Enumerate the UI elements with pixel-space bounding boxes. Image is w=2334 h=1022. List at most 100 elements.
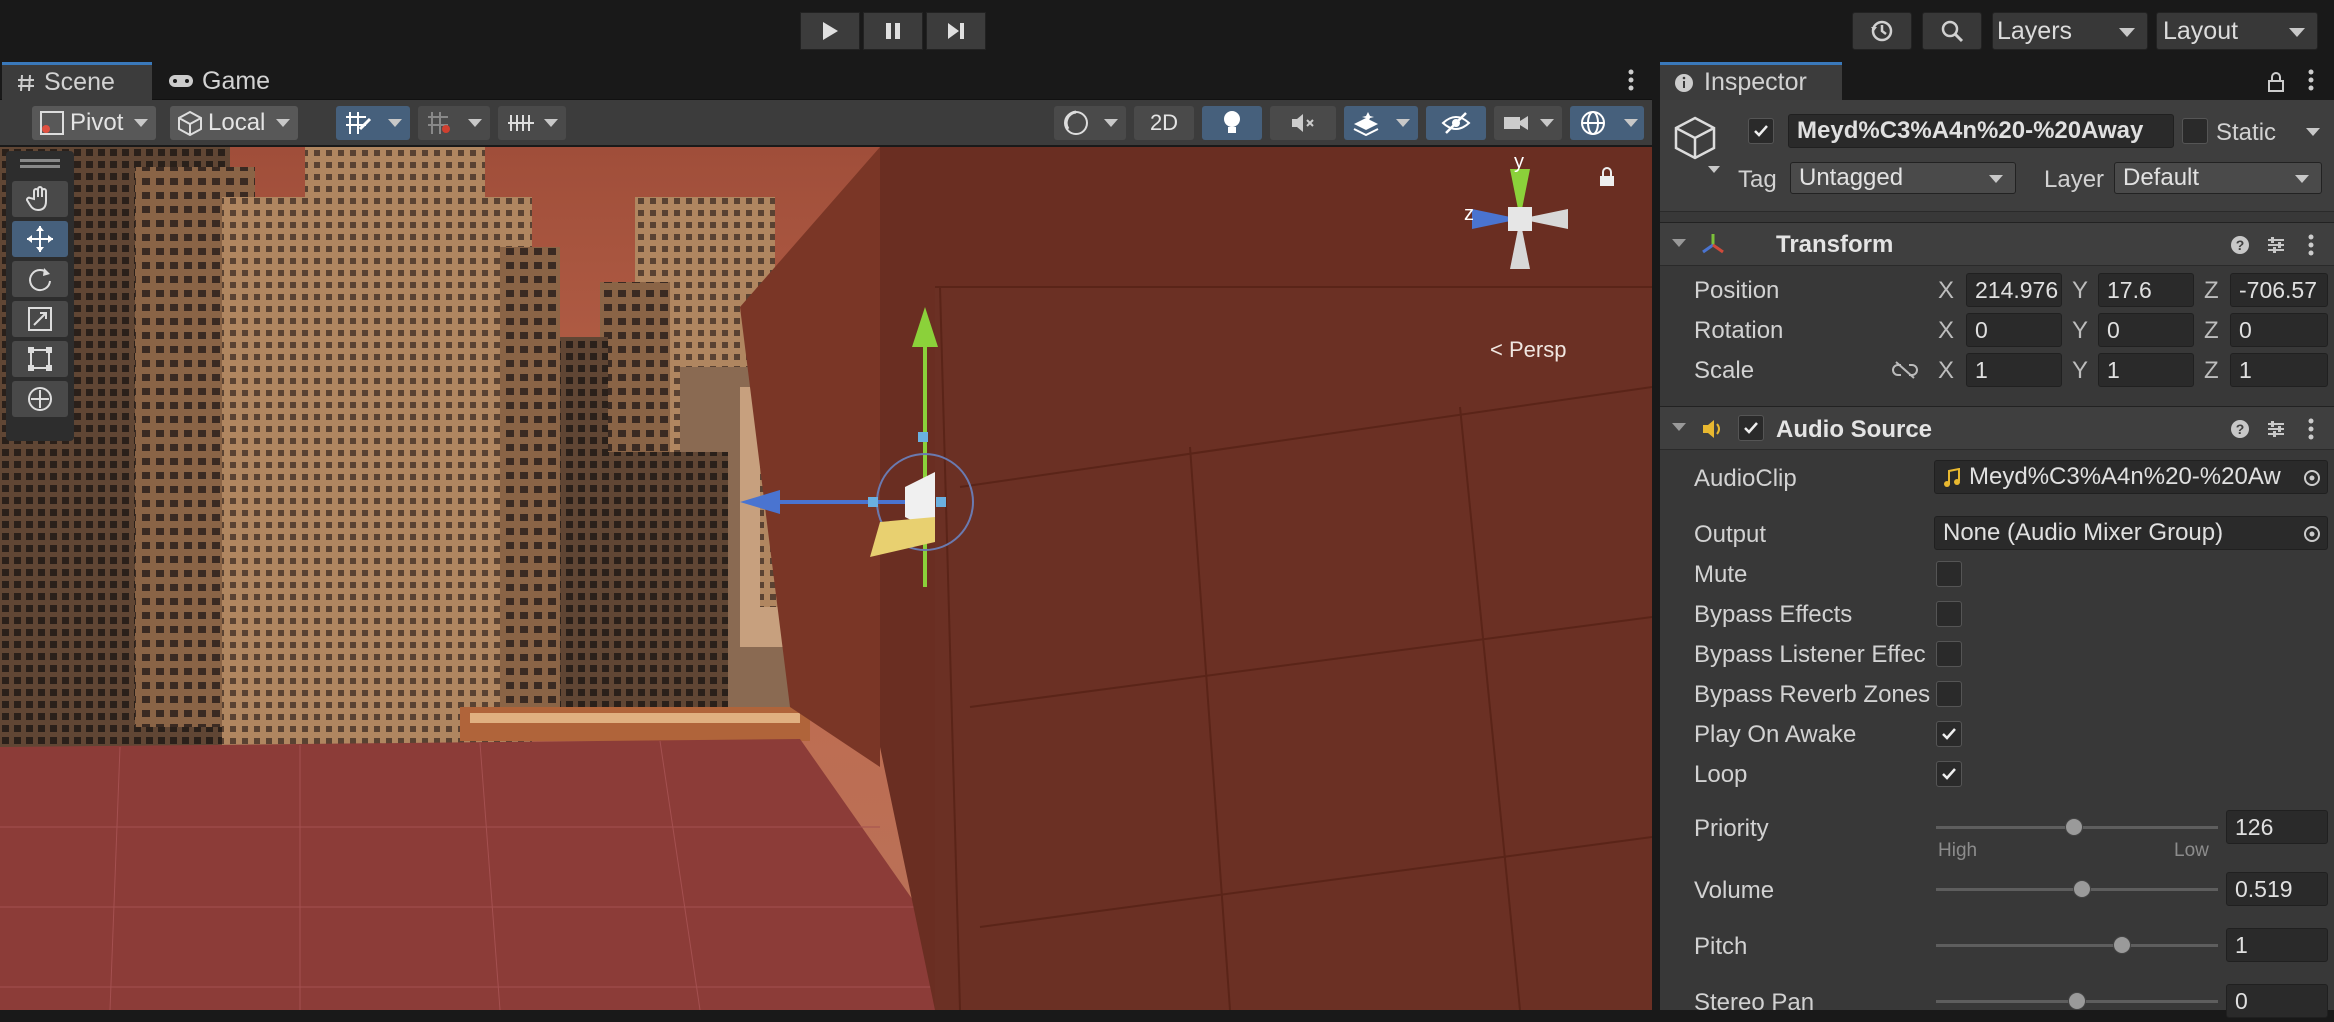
projection-toggle[interactable]: < Persp [1490, 337, 1566, 363]
volume-slider-knob[interactable] [2073, 880, 2092, 898]
hidden-objects-toggle[interactable] [1426, 106, 1486, 140]
priority-slider-knob[interactable] [2065, 818, 2084, 836]
icon-picker-chevron-icon[interactable] [1708, 166, 1720, 173]
transform-tool[interactable] [12, 381, 68, 417]
grid-snap-toggle[interactable] [336, 106, 410, 140]
scale-x-input[interactable]: 1 [1966, 353, 2062, 387]
stereo-pan-row: Stereo Pan 0 [1660, 982, 2334, 1022]
persp-chevron-icon: < [1490, 337, 1509, 362]
position-y-input[interactable]: 17.6 [2098, 273, 2194, 307]
output-label: Output [1694, 521, 1767, 548]
layers-dropdown[interactable]: Layers [1992, 12, 2148, 50]
play-on-awake-checkbox[interactable] [1936, 721, 1962, 747]
static-checkbox[interactable] [2182, 118, 2208, 144]
help-icon[interactable]: ? [2230, 419, 2250, 439]
presets-icon[interactable] [2266, 235, 2286, 255]
static-dropdown-chevron-icon[interactable] [2306, 128, 2320, 136]
tag-dropdown[interactable]: Untagged [1790, 162, 2016, 194]
move-tool[interactable] [12, 221, 68, 257]
audioclip-field[interactable]: Meyd%C3%A4n%20-%20Aw [1934, 460, 2328, 494]
hand-tool[interactable] [12, 181, 68, 217]
tab-inspector[interactable]: Inspector [1660, 62, 1842, 100]
play-button[interactable] [800, 12, 860, 50]
priority-low-label: Low [2174, 840, 2209, 861]
stereo-pan-slider-knob[interactable] [2068, 992, 2086, 1010]
volume-row: Volume 0.519 [1660, 870, 2334, 910]
active-checkbox[interactable] [1748, 118, 1774, 144]
bypass-reverb-row: Bypass Reverb Zones [1660, 674, 2334, 714]
grid-ruler-icon [508, 115, 534, 131]
camera-dropdown[interactable] [1494, 106, 1562, 140]
axis-z-label: Z [2204, 317, 2219, 344]
bypass-effects-checkbox[interactable] [1936, 601, 1962, 627]
stereo-pan-input[interactable]: 0 [2226, 984, 2328, 1018]
tab-game-label: Game [202, 66, 271, 95]
drag-handle[interactable] [20, 159, 60, 162]
tab-game[interactable]: Game [168, 62, 288, 100]
bypass-reverb-checkbox[interactable] [1936, 681, 1962, 707]
object-picker-icon[interactable] [2303, 525, 2321, 543]
unlink-icon[interactable] [1892, 360, 1918, 380]
persp-label: Persp [1508, 337, 1567, 362]
volume-input[interactable]: 0.519 [2226, 872, 2328, 906]
scale-y-input[interactable]: 1 [2098, 353, 2194, 387]
more-vertical-icon[interactable] [2308, 68, 2314, 92]
step-button[interactable] [926, 12, 986, 50]
rotation-y-input[interactable]: 0 [2098, 313, 2194, 347]
scale-z-input[interactable]: 1 [2230, 353, 2328, 387]
object-picker-icon[interactable] [2303, 469, 2321, 487]
layout-dropdown[interactable]: Layout [2156, 12, 2318, 50]
loop-checkbox[interactable] [1936, 761, 1962, 787]
shaded-sphere-icon [1064, 110, 1088, 135]
position-x-input[interactable]: 214.976 [1966, 273, 2062, 307]
foldout-chevron-icon [1672, 239, 1686, 247]
pause-button[interactable] [863, 12, 923, 50]
priority-input[interactable]: 126 [2226, 810, 2328, 844]
audio-source-enabled-checkbox[interactable] [1738, 415, 1764, 441]
grid-visibility-dropdown[interactable] [498, 106, 566, 140]
local-dropdown[interactable]: Local [170, 106, 298, 140]
mute-checkbox[interactable] [1936, 561, 1962, 587]
audio-source-header[interactable]: Audio Source ? [1660, 406, 2334, 450]
audio-toggle[interactable] [1270, 106, 1336, 140]
rect-tool[interactable] [12, 341, 68, 377]
help-icon[interactable]: ? [2230, 235, 2250, 255]
presets-icon[interactable] [2266, 419, 2286, 439]
gizmos-dropdown[interactable] [1570, 106, 1644, 140]
position-z-input[interactable]: -706.57 [2230, 273, 2328, 307]
undo-history-button[interactable] [1852, 12, 1912, 50]
orientation-gizmo[interactable]: y z [1430, 147, 1610, 303]
object-name-input[interactable]: Meyd%C3%A4n%20-%20Away [1788, 114, 2174, 148]
info-icon [1675, 73, 1693, 92]
scene-viewport[interactable]: y z < Persp [0, 147, 1652, 1010]
tab-scene[interactable]: Scene [2, 62, 152, 100]
scale-tool[interactable] [12, 301, 68, 337]
gameobject-cube-icon[interactable] [1670, 114, 1720, 164]
scene-toolbar: Pivot Local 2D [0, 100, 1652, 146]
bypass-listener-checkbox[interactable] [1936, 641, 1962, 667]
more-vertical-icon[interactable] [2308, 233, 2314, 257]
search-button[interactable] [1922, 12, 1982, 50]
mode-2d-toggle[interactable]: 2D [1134, 106, 1194, 140]
lighting-toggle[interactable] [1202, 106, 1262, 140]
pitch-input[interactable]: 1 [2226, 928, 2328, 962]
gizmo-globe-icon [1581, 111, 1605, 135]
lock-icon[interactable] [2268, 72, 2284, 92]
layer-dropdown[interactable]: Default [2114, 162, 2322, 194]
pivot-dropdown[interactable]: Pivot [32, 106, 156, 140]
scene-more-menu[interactable] [1628, 68, 1634, 92]
increment-snap-button[interactable] [418, 106, 490, 140]
more-vertical-icon[interactable] [2308, 417, 2314, 441]
rotate-tool[interactable] [12, 261, 68, 297]
lock-icon[interactable] [1598, 167, 1616, 187]
output-field[interactable]: None (Audio Mixer Group) [1934, 516, 2328, 550]
transform-header[interactable]: Transform ? [1660, 222, 2334, 266]
pitch-slider-track[interactable] [1936, 944, 2218, 947]
effects-dropdown[interactable] [1344, 106, 1418, 140]
rotation-x-input[interactable]: 0 [1966, 313, 2062, 347]
rotation-z-input[interactable]: 0 [2230, 313, 2328, 347]
camera-icon [1504, 116, 1528, 130]
pitch-slider-knob[interactable] [2113, 936, 2132, 954]
bypass-listener-label: Bypass Listener Effec [1694, 641, 1926, 668]
shading-mode-dropdown[interactable] [1054, 106, 1126, 140]
